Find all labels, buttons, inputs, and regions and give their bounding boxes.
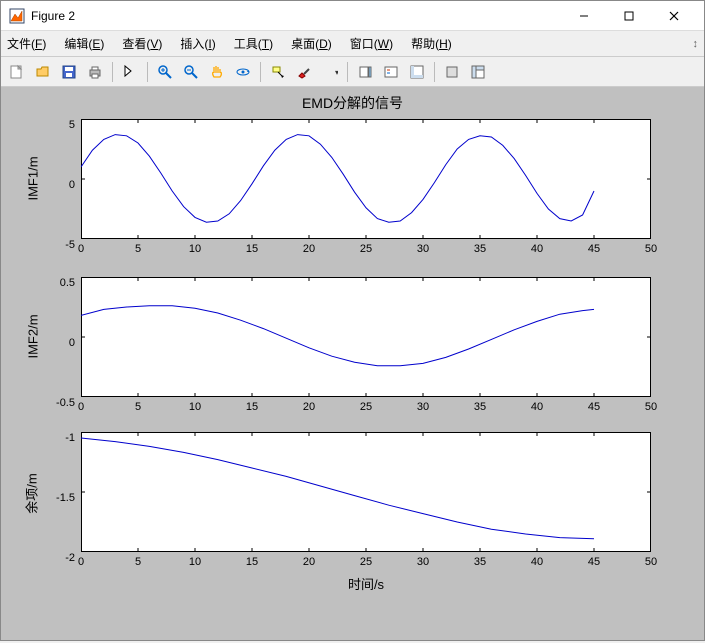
close-button[interactable] xyxy=(651,2,696,30)
xtick-label: 20 xyxy=(303,401,315,413)
xtick-label: 50 xyxy=(645,401,657,413)
menu-overflow-icon[interactable]: ↕ xyxy=(693,38,699,50)
xtick-label: 30 xyxy=(417,243,429,255)
xtick-label: 20 xyxy=(303,243,315,255)
xtick-label: 10 xyxy=(189,556,201,568)
xtick-label: 40 xyxy=(531,556,543,568)
rotate-3d-button[interactable] xyxy=(231,60,255,84)
maximize-button[interactable] xyxy=(606,2,651,30)
ylabel: IMF1/m xyxy=(26,156,41,200)
link-button[interactable]: ▾ xyxy=(318,60,342,84)
series-line xyxy=(81,277,651,397)
new-figure-button[interactable] xyxy=(5,60,29,84)
xlabel: 时间/s xyxy=(81,574,651,593)
xtick-label: 5 xyxy=(135,401,141,413)
toolbar-separator xyxy=(260,62,261,82)
toolbar-separator xyxy=(147,62,148,82)
open-button[interactable] xyxy=(31,60,55,84)
xtick-label: 5 xyxy=(135,243,141,255)
xtick-label: 45 xyxy=(588,556,600,568)
print-button[interactable] xyxy=(83,60,107,84)
series-line xyxy=(81,432,651,552)
menu-window[interactable]: 窗口(W) xyxy=(350,35,393,52)
xtick-label: 15 xyxy=(246,556,258,568)
hide-plot-tools-button[interactable] xyxy=(440,60,464,84)
xtick-label: 35 xyxy=(474,401,486,413)
xtick-label: 45 xyxy=(588,243,600,255)
xtick-label: 40 xyxy=(531,243,543,255)
toolbar-separator xyxy=(347,62,348,82)
menubar: 文件(F) 编辑(E) 查看(V) 插入(I) 工具(T) 桌面(D) 窗口(W… xyxy=(1,31,704,57)
menu-desktop[interactable]: 桌面(D) xyxy=(291,35,332,52)
menu-tools[interactable]: 工具(T) xyxy=(234,35,273,52)
menu-insert[interactable]: 插入(I) xyxy=(180,35,215,52)
xtick-label: 40 xyxy=(531,401,543,413)
xtick-label: 50 xyxy=(645,243,657,255)
xtick-label: 25 xyxy=(360,243,372,255)
plot-tools-button[interactable] xyxy=(405,60,429,84)
xtick-label: 0 xyxy=(78,401,84,413)
xtick-label: 50 xyxy=(645,556,657,568)
xtick-label: 10 xyxy=(189,401,201,413)
xtick-label: 45 xyxy=(588,401,600,413)
show-plot-tools-button[interactable] xyxy=(466,60,490,84)
matlab-logo-icon xyxy=(9,8,25,24)
zoom-out-button[interactable] xyxy=(179,60,203,84)
menu-help[interactable]: 帮助(H) xyxy=(411,35,452,52)
chart-main-title: EMD分解的信号 xyxy=(1,93,704,113)
subplot-3[interactable]: 余项/m时间/s05101520253035404550-2-1.5-1 xyxy=(1,432,704,592)
pan-button[interactable] xyxy=(205,60,229,84)
insert-colorbar-button[interactable] xyxy=(353,60,377,84)
window-controls xyxy=(561,2,696,30)
xtick-label: 35 xyxy=(474,556,486,568)
xtick-label: 20 xyxy=(303,556,315,568)
xtick-label: 30 xyxy=(417,556,429,568)
toolbar: ▾ xyxy=(1,57,704,87)
insert-legend-button[interactable] xyxy=(379,60,403,84)
menu-edit[interactable]: 编辑(E) xyxy=(64,35,104,52)
brush-button[interactable] xyxy=(292,60,316,84)
menu-view[interactable]: 查看(V) xyxy=(122,35,162,52)
minimize-button[interactable] xyxy=(561,2,606,30)
xtick-label: 15 xyxy=(246,401,258,413)
window-title: Figure 2 xyxy=(31,9,561,23)
titlebar: Figure 2 xyxy=(1,1,704,31)
figure-canvas[interactable]: EMD分解的信号 IMF1/m05101520253035404550-505I… xyxy=(1,87,704,640)
data-cursor-button[interactable] xyxy=(266,60,290,84)
edit-plot-button[interactable] xyxy=(118,60,142,84)
xtick-label: 0 xyxy=(78,243,84,255)
xtick-label: 10 xyxy=(189,243,201,255)
xtick-label: 15 xyxy=(246,243,258,255)
xtick-label: 0 xyxy=(78,556,84,568)
svg-text:▾: ▾ xyxy=(335,68,338,77)
zoom-in-button[interactable] xyxy=(153,60,177,84)
xtick-label: 30 xyxy=(417,401,429,413)
xtick-label: 25 xyxy=(360,556,372,568)
menu-file[interactable]: 文件(F) xyxy=(7,35,46,52)
figure-window: Figure 2 文件(F) 编辑(E) 查看(V) 插入(I) 工具(T) 桌… xyxy=(0,0,705,641)
toolbar-separator xyxy=(434,62,435,82)
subplot-2[interactable]: IMF2/m05101520253035404550-0.500.5 xyxy=(1,277,704,437)
series-line xyxy=(81,119,651,239)
save-button[interactable] xyxy=(57,60,81,84)
xtick-label: 5 xyxy=(135,556,141,568)
xtick-label: 35 xyxy=(474,243,486,255)
subplot-1[interactable]: IMF1/m05101520253035404550-505 xyxy=(1,119,704,279)
xtick-label: 25 xyxy=(360,401,372,413)
ylabel: 余项/m xyxy=(22,473,41,513)
ylabel: IMF2/m xyxy=(26,314,41,358)
toolbar-separator xyxy=(112,62,113,82)
